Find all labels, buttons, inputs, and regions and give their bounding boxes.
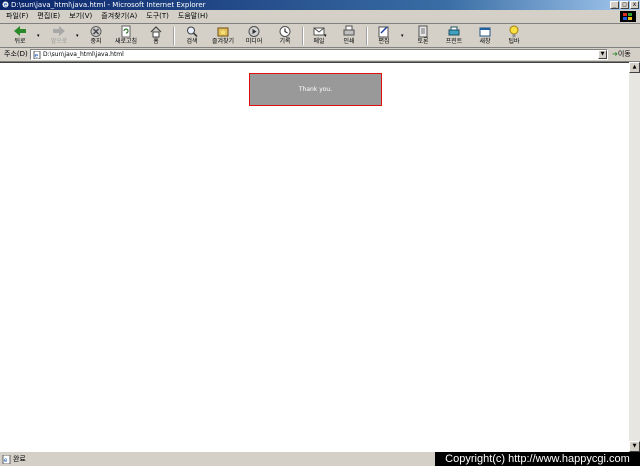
svg-text:e: e: [35, 53, 39, 60]
copyright-watermark: Copyright(c) http://www.happycgi.com: [435, 452, 640, 466]
status-text: 완료: [13, 455, 26, 463]
back-dropdown-icon[interactable]: ▾: [37, 33, 42, 39]
page-content: Thank you.: [0, 62, 629, 453]
ie-icon: e: [2, 1, 9, 8]
back-button[interactable]: 뒤로: [5, 25, 35, 47]
scroll-up-button[interactable]: ▲: [629, 62, 640, 73]
forward-label: 앞으로: [50, 38, 68, 45]
print-icon: [343, 25, 355, 36]
media-label: 미디어: [245, 38, 263, 45]
stop-label: 중지: [90, 38, 102, 45]
history-label: 기록: [279, 38, 291, 45]
forward-button[interactable]: 앞으로: [44, 25, 74, 47]
printer-icon: [448, 26, 460, 36]
edit-dropdown-icon[interactable]: ▾: [401, 33, 406, 39]
new-window-button[interactable]: 새창: [470, 25, 500, 47]
page-loaded-icon: e: [2, 455, 11, 464]
minimize-button[interactable]: _: [610, 1, 619, 9]
menu-bar: 파일(F) 편집(E) 보기(V) 즐겨찾기(A) 도구(T) 도움말(H): [0, 10, 640, 24]
vertical-scrollbar[interactable]: ▲ ▼: [629, 62, 640, 452]
mail-button[interactable]: 메일: [304, 25, 334, 47]
home-icon: [150, 26, 162, 38]
new-window-icon: [479, 27, 491, 37]
window-title: D:\sun\java_html\java.html - Microsoft I…: [11, 1, 206, 9]
mail-dropdown-icon[interactable]: ▾: [324, 33, 329, 39]
print-button[interactable]: 인쇄: [334, 25, 364, 47]
menu-edit[interactable]: 편집(E): [37, 10, 60, 23]
forward-arrow-icon: [53, 26, 65, 36]
refresh-button[interactable]: 새로고침: [111, 25, 141, 47]
toolbar-separator: [173, 27, 175, 45]
favorites-button[interactable]: 즐겨찾기: [208, 25, 238, 47]
stop-icon: [90, 26, 102, 37]
media-button[interactable]: 미디어: [239, 25, 269, 47]
new-window-label: 새창: [479, 38, 491, 45]
edit-label: 편집: [378, 38, 390, 45]
address-dropdown-icon[interactable]: ▼: [598, 50, 607, 59]
search-button[interactable]: 검색: [177, 25, 207, 47]
page-icon: e: [33, 51, 41, 59]
refresh-label: 새로고침: [114, 38, 138, 45]
refresh-icon: [121, 25, 131, 38]
scroll-down-button[interactable]: ▼: [629, 441, 640, 452]
go-label: 이동: [617, 50, 631, 58]
history-icon: [279, 26, 291, 37]
address-field[interactable]: e ▼: [30, 49, 608, 60]
printer-button[interactable]: 프린트: [439, 25, 469, 47]
favorites-icon: [217, 27, 229, 37]
tips-button[interactable]: 팁바: [499, 25, 529, 47]
lightbulb-icon: [509, 25, 519, 37]
menu-help[interactable]: 도움말(H): [178, 10, 208, 23]
thank-you-banner: Thank you.: [249, 73, 382, 106]
svg-text:e: e: [4, 2, 8, 8]
close-button[interactable]: x: [630, 1, 639, 9]
svg-text:e: e: [4, 457, 8, 464]
edit-button[interactable]: 편집: [369, 25, 399, 47]
print-label: 인쇄: [343, 38, 355, 45]
menu-view[interactable]: 보기(V): [69, 10, 92, 23]
home-label: 홈: [153, 38, 159, 45]
menu-file[interactable]: 파일(F): [6, 10, 28, 23]
media-icon: [248, 26, 260, 37]
windows-logo-icon: [620, 11, 636, 22]
go-button[interactable]: ➜이동: [612, 48, 631, 61]
discuss-label: 토론: [417, 38, 429, 45]
search-label: 검색: [186, 38, 198, 45]
toolbar: 뒤로 ▾ 앞으로 ▾ 중지 새로고침 홈 검색 즐겨찾기 미디어 기록 메일 ▾: [0, 24, 640, 48]
edit-page-icon: [378, 26, 389, 38]
stop-button[interactable]: 중지: [81, 25, 111, 47]
tips-label: 팁바: [508, 38, 520, 45]
search-icon: [187, 26, 198, 38]
back-arrow-icon: [14, 26, 26, 36]
history-button[interactable]: 기록: [270, 25, 300, 47]
toolbar-separator: [366, 27, 368, 45]
address-bar: 주소(D) e ▼ ➜이동: [0, 48, 640, 62]
back-label: 뒤로: [14, 38, 26, 45]
address-input[interactable]: [43, 50, 583, 59]
favorites-label: 즐겨찾기: [211, 38, 235, 45]
home-button[interactable]: 홈: [141, 25, 171, 47]
discuss-icon: [418, 25, 428, 38]
menu-tools[interactable]: 도구(T): [146, 10, 169, 23]
title-bar: e D:\sun\java_html\java.html - Microsoft…: [0, 0, 640, 10]
discuss-button[interactable]: 토론: [408, 25, 438, 47]
menu-favorites[interactable]: 즐겨찾기(A): [101, 10, 137, 23]
printer-label: 프린트: [445, 38, 463, 45]
banner-text: Thank you.: [298, 86, 333, 93]
mail-label: 메일: [313, 38, 325, 45]
address-label: 주소(D): [4, 50, 28, 58]
maximize-button[interactable]: □: [620, 1, 629, 9]
